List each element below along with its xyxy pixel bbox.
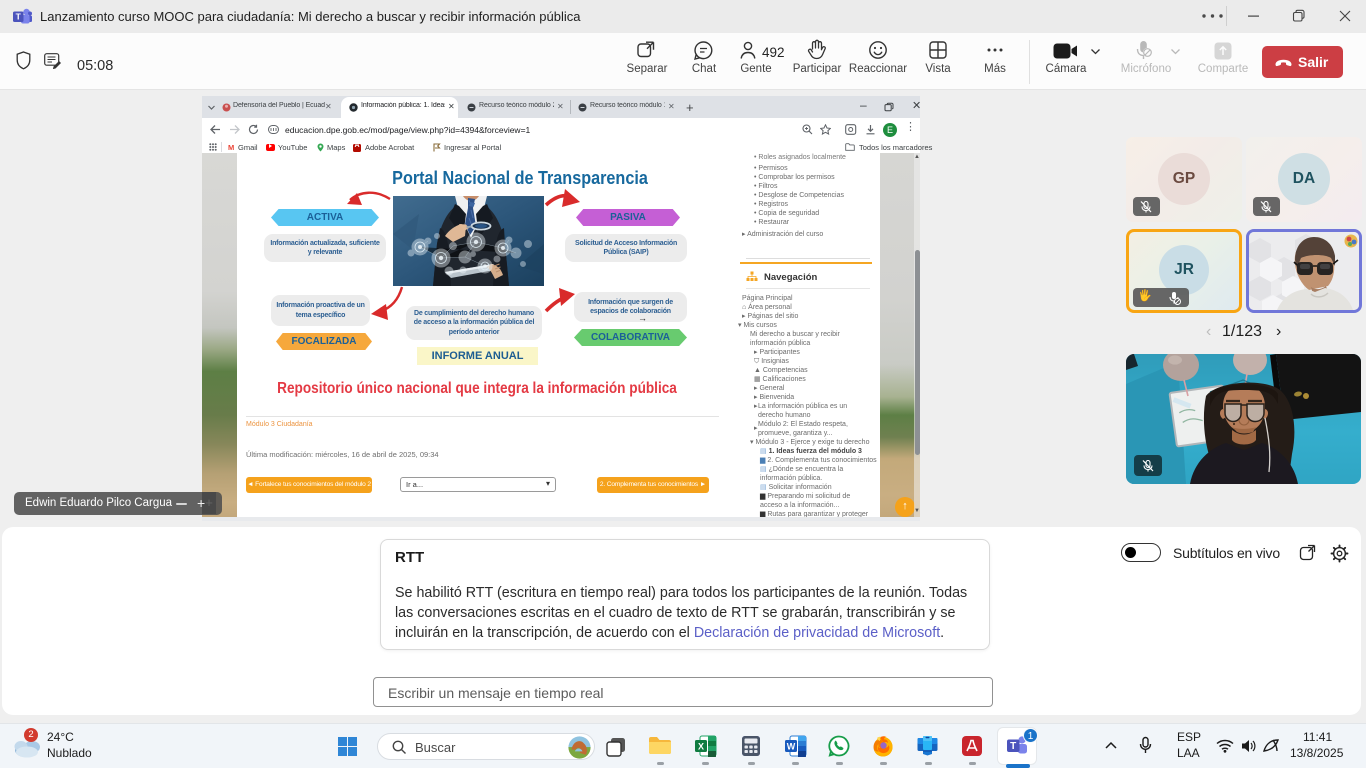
svg-text:W: W	[787, 742, 796, 752]
svg-text:T: T	[16, 12, 22, 22]
svg-text:X: X	[698, 742, 704, 752]
svg-text:T: T	[1010, 741, 1016, 752]
